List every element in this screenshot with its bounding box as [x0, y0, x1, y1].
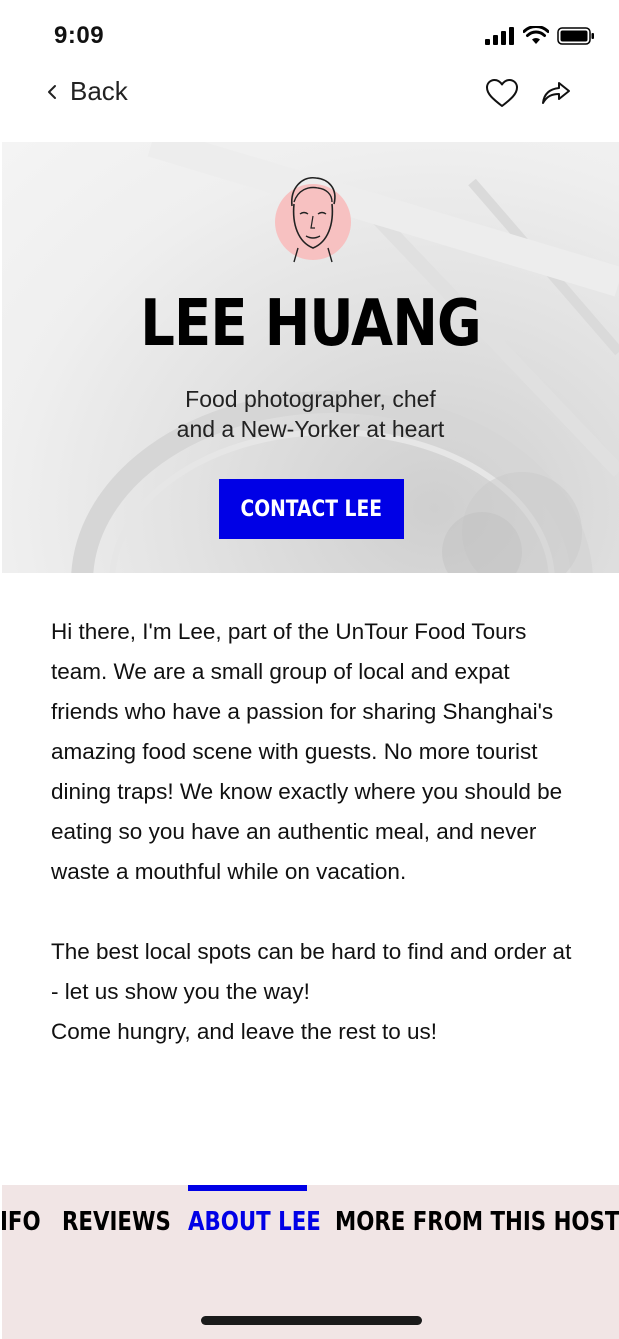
status-icons — [485, 26, 595, 46]
nav-bar: Back — [0, 70, 619, 120]
avatar — [275, 177, 351, 263]
contact-button[interactable]: CONTACT LEE — [219, 479, 404, 539]
host-tagline: Food photographer, chef and a New-Yorker… — [176, 386, 445, 442]
back-label: Back — [70, 76, 128, 106]
nav-actions — [485, 78, 571, 108]
contact-button-label: CONTACT LEE — [240, 496, 383, 522]
battery-icon — [557, 27, 594, 45]
heart-icon[interactable] — [485, 78, 519, 108]
status-bar: 9:09 — [0, 0, 619, 70]
wifi-icon — [523, 26, 549, 44]
share-icon[interactable] — [541, 80, 571, 106]
about-paragraph: Come hungry, and leave the rest to us! — [51, 1019, 438, 1044]
host-name: LEE HUANG — [140, 287, 481, 361]
status-time: 9:09 — [54, 22, 105, 49]
active-tab-indicator — [188, 1185, 307, 1191]
home-indicator[interactable] — [201, 1316, 422, 1325]
tab-reviews[interactable]: REVIEWS — [62, 1207, 171, 1237]
about-paragraph: The best local spots can be hard to find… — [51, 939, 572, 1004]
tab-more-from-host[interactable]: MORE FROM THIS HOST — [335, 1207, 619, 1237]
chevron-left-icon — [48, 84, 56, 99]
cellular-signal-icon — [485, 27, 514, 45]
about-section: Hi there, I'm Lee, part of the UnTour Fo… — [51, 612, 581, 1052]
tab-info[interactable]: IFO — [2, 1207, 41, 1237]
about-paragraph: Hi there, I'm Lee, part of the UnTour Fo… — [51, 619, 563, 884]
tab-about-lee[interactable]: ABOUT LEE — [188, 1207, 321, 1237]
back-button[interactable]: Back — [46, 76, 128, 107]
hero-banner: LEE HUANG Food photographer, chef and a … — [2, 142, 619, 573]
